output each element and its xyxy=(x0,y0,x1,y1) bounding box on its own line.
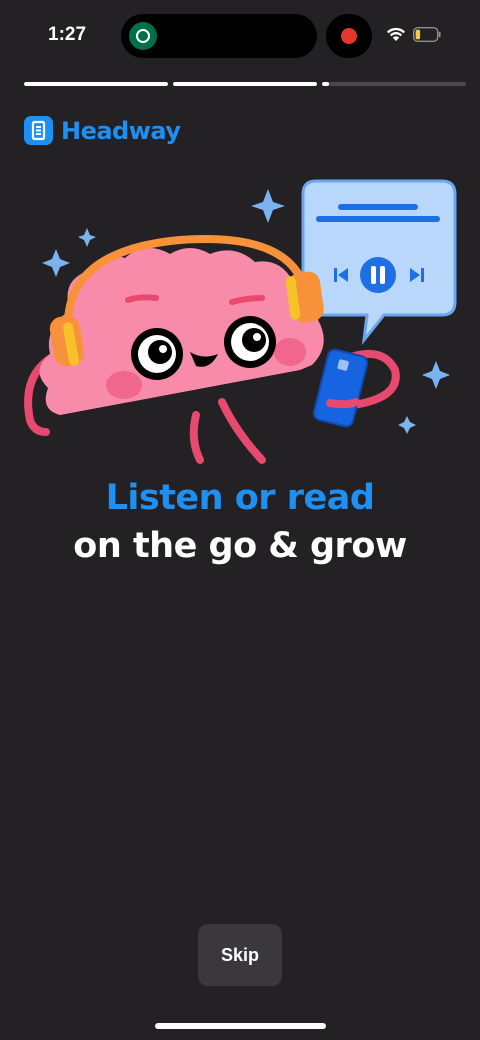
brain-body xyxy=(39,247,324,415)
skip-button[interactable]: Skip xyxy=(198,924,282,986)
onboarding-screen: 1:27 Headway Listen or read on the go & … xyxy=(0,0,480,1040)
battery-icon xyxy=(413,27,441,42)
recording-indicator[interactable] xyxy=(326,14,372,58)
progress-segment-1 xyxy=(24,82,168,86)
status-time: 1:27 xyxy=(48,24,87,45)
progress-segment-3 xyxy=(322,82,466,86)
pause-icon xyxy=(360,257,396,293)
headway-logo-icon xyxy=(24,116,53,145)
headline-main: on the go & grow xyxy=(73,526,407,566)
headline-accent: Listen or read xyxy=(105,478,375,518)
dynamic-island[interactable] xyxy=(121,14,317,58)
audio-player-bubble xyxy=(301,179,457,346)
home-indicator[interactable] xyxy=(155,1023,326,1029)
starbucks-icon xyxy=(129,22,157,50)
progress-fill-2 xyxy=(173,82,317,86)
progress-segment-2 xyxy=(173,82,317,86)
brain-with-headphones-illustration xyxy=(24,179,457,464)
phone-icon xyxy=(312,348,369,428)
progress-fill-1 xyxy=(24,82,168,86)
recording-dot-icon xyxy=(341,28,357,44)
brand-logo: Headway xyxy=(24,116,181,145)
wifi-icon xyxy=(387,27,405,41)
brand-name: Headway xyxy=(61,116,181,145)
progress-fill-3 xyxy=(322,82,330,86)
